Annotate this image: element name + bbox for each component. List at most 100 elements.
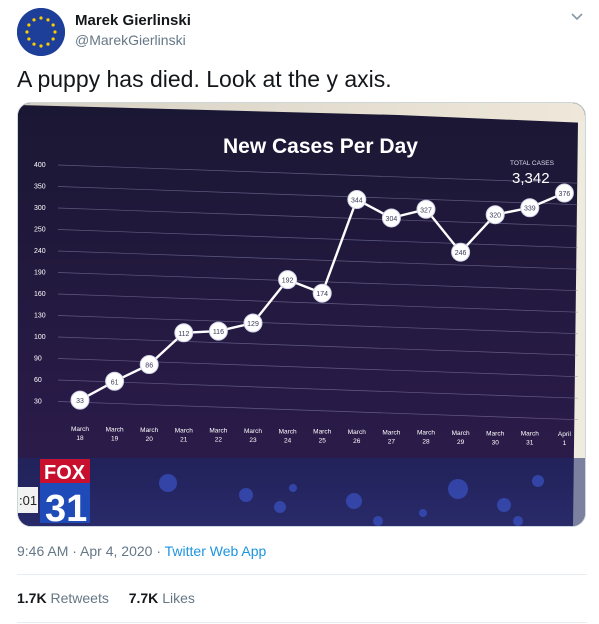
likes-stat[interactable]: 7.7K Likes — [129, 590, 195, 606]
svg-text:19: 19 — [111, 436, 119, 443]
eu-star-icon — [25, 30, 29, 34]
y-tick-label: 130 — [34, 313, 46, 320]
svg-text:March: March — [175, 427, 193, 434]
tweet-header: Marek Gierlinski @MarekGierlinski — [17, 8, 587, 56]
data-point: 344 — [347, 190, 367, 210]
data-label: 376 — [559, 191, 571, 198]
svg-text:25: 25 — [319, 438, 327, 445]
y-tick-label: 190 — [34, 270, 46, 277]
channel-number: 31 — [45, 488, 87, 527]
y-tick-label: 30 — [34, 399, 42, 406]
y-tick-label: 100 — [34, 334, 46, 341]
eu-star-icon — [32, 42, 36, 46]
svg-text:20: 20 — [146, 436, 154, 443]
data-point: 339 — [520, 198, 540, 218]
svg-text:March: March — [106, 427, 124, 434]
fox31-logo: FOX 31 — [40, 459, 90, 527]
svg-text:March: March — [382, 429, 400, 436]
data-point: 112 — [174, 323, 194, 343]
data-point: 33 — [70, 390, 90, 410]
bokeh-light — [159, 474, 177, 492]
svg-text:March: March — [452, 430, 470, 437]
svg-text:30: 30 — [492, 439, 500, 446]
svg-text:23: 23 — [249, 437, 257, 444]
tv-chart: 400350300250240190160130100906030 March1… — [18, 103, 585, 527]
author-handle[interactable]: @MarekGierlinski — [75, 32, 186, 48]
data-point: 116 — [208, 321, 228, 341]
svg-text:March: March — [244, 428, 262, 435]
tweet-time[interactable]: 9:46 AM — [17, 543, 68, 559]
bokeh-light — [274, 501, 286, 513]
chart-title: New Cases Per Day — [223, 135, 418, 158]
eu-star-icon — [51, 37, 55, 41]
data-label: 174 — [316, 291, 328, 298]
eu-star-icon — [46, 42, 50, 46]
bokeh-light — [419, 509, 427, 517]
data-point: 129 — [243, 313, 263, 333]
tweet-date[interactable]: Apr 4, 2020 — [80, 543, 152, 559]
data-point: 86 — [139, 355, 159, 375]
data-label: 33 — [76, 398, 84, 405]
total-cases-label: TOTAL CASES — [510, 160, 555, 167]
svg-text:24: 24 — [284, 437, 292, 444]
clock-fragment: :01 — [19, 493, 37, 508]
eu-star-icon — [27, 37, 31, 41]
svg-text:29: 29 — [457, 439, 465, 446]
svg-text:March: March — [279, 428, 297, 435]
data-label: 86 — [145, 363, 153, 370]
svg-text:March: March — [209, 428, 227, 435]
tweet-text: A puppy has died. Look at the y axis. — [17, 66, 392, 92]
y-tick-label: 400 — [34, 162, 46, 169]
data-point: 376 — [554, 183, 574, 203]
fox-logo-text: FOX — [44, 462, 86, 484]
likes-count: 7.7K — [128, 590, 159, 606]
svg-text:27: 27 — [388, 438, 396, 445]
data-point: 246 — [451, 242, 471, 262]
total-cases-value: 3,342 — [512, 170, 550, 187]
svg-text:March: March — [348, 429, 366, 436]
tweet-photo[interactable]: 400 350 300 250 240 190 160 130 100 90 60 30 March 1… — [17, 102, 586, 527]
retweets-count: 1.7K — [17, 590, 47, 606]
likes-label: Likes — [162, 590, 195, 606]
bokeh-light — [239, 488, 253, 502]
svg-text:1: 1 — [563, 440, 567, 447]
eu-star-icon — [53, 30, 57, 34]
y-tick-label: 90 — [34, 356, 42, 363]
more-options-button[interactable] — [569, 10, 585, 24]
svg-text:22: 22 — [215, 437, 223, 444]
bokeh-light — [346, 493, 362, 509]
bokeh-light — [289, 484, 297, 492]
data-label: 327 — [420, 207, 432, 214]
data-label: 116 — [213, 329, 224, 336]
data-point: 320 — [485, 205, 505, 225]
y-tick-label: 300 — [34, 205, 46, 212]
data-point: 61 — [105, 371, 125, 391]
retweets-label: Retweets — [50, 590, 109, 606]
svg-text:26: 26 — [353, 438, 361, 445]
separator: · — [68, 543, 81, 559]
data-point: 174 — [312, 283, 332, 303]
source-app-link[interactable]: Twitter Web App — [165, 543, 267, 559]
eu-star-icon — [51, 23, 55, 27]
data-point: 327 — [416, 199, 436, 219]
data-label: 304 — [386, 216, 398, 223]
data-label: 61 — [111, 379, 119, 386]
svg-text:March: March — [521, 431, 539, 438]
studio-floor — [18, 458, 585, 526]
eu-star-icon — [46, 18, 50, 22]
bokeh-light — [497, 498, 511, 512]
author-name[interactable]: Marek Gierlinski — [75, 12, 191, 29]
bokeh-light — [513, 516, 523, 526]
y-tick-label: 60 — [34, 377, 42, 384]
bokeh-light — [532, 475, 544, 487]
svg-text:31: 31 — [526, 440, 534, 447]
y-tick-label: 250 — [34, 227, 46, 234]
svg-text:28: 28 — [422, 439, 430, 446]
retweets-stat[interactable]: 1.7K Retweets — [17, 590, 109, 606]
data-label: 344 — [351, 198, 363, 205]
avatar[interactable] — [17, 8, 65, 56]
engagement-stats: 1.7K Retweets 7.7K Likes — [17, 590, 211, 606]
data-label: 129 — [247, 321, 259, 328]
data-point: 304 — [381, 208, 401, 228]
eu-flag-icon — [17, 8, 65, 56]
